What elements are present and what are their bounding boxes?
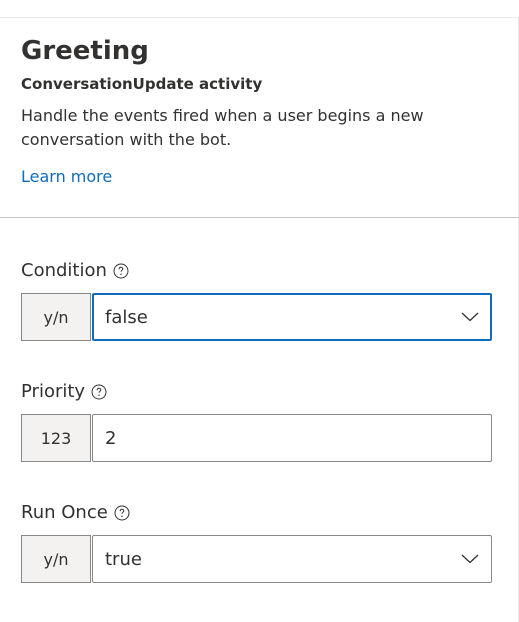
header-divider [0,217,519,218]
run-once-label: Run Once [21,502,108,523]
priority-input[interactable]: 2 [92,414,492,462]
run-once-label-row: Run Once [21,501,492,525]
condition-label-row: Condition [21,259,492,283]
priority-label-row: Priority [21,380,492,404]
priority-type-tag: 123 [21,414,91,462]
condition-dropdown[interactable]: false [92,293,492,341]
question-circle-icon[interactable] [113,263,129,279]
chevron-down-icon [461,550,479,568]
priority-field: Priority 123 2 [21,380,492,462]
priority-value: 2 [105,427,117,449]
learn-more-link[interactable]: Learn more [21,166,112,188]
question-circle-icon[interactable] [114,505,130,521]
run-once-type-tag: y/n [21,535,91,583]
chevron-down-icon [461,308,479,326]
priority-label: Priority [21,381,86,402]
condition-type-tag: y/n [21,293,91,341]
trigger-header: Greeting ConversationUpdate activity Han… [21,34,501,188]
condition-value: false [105,306,148,328]
run-once-input-row: y/n true [21,535,492,583]
page-subtitle: ConversationUpdate activity [21,75,263,93]
condition-input-row: y/n false [21,293,492,341]
page-title: Greeting [21,36,149,66]
run-once-value: true [105,548,142,570]
run-once-field: Run Once y/n true [21,501,492,583]
condition-field: Condition y/n false [21,259,492,341]
condition-label: Condition [21,260,107,281]
question-circle-icon[interactable] [91,384,107,400]
page-description: Handle the events fired when a user begi… [21,106,424,149]
top-border [0,17,519,18]
run-once-dropdown[interactable]: true [92,535,492,583]
priority-input-row: 123 2 [21,414,492,462]
